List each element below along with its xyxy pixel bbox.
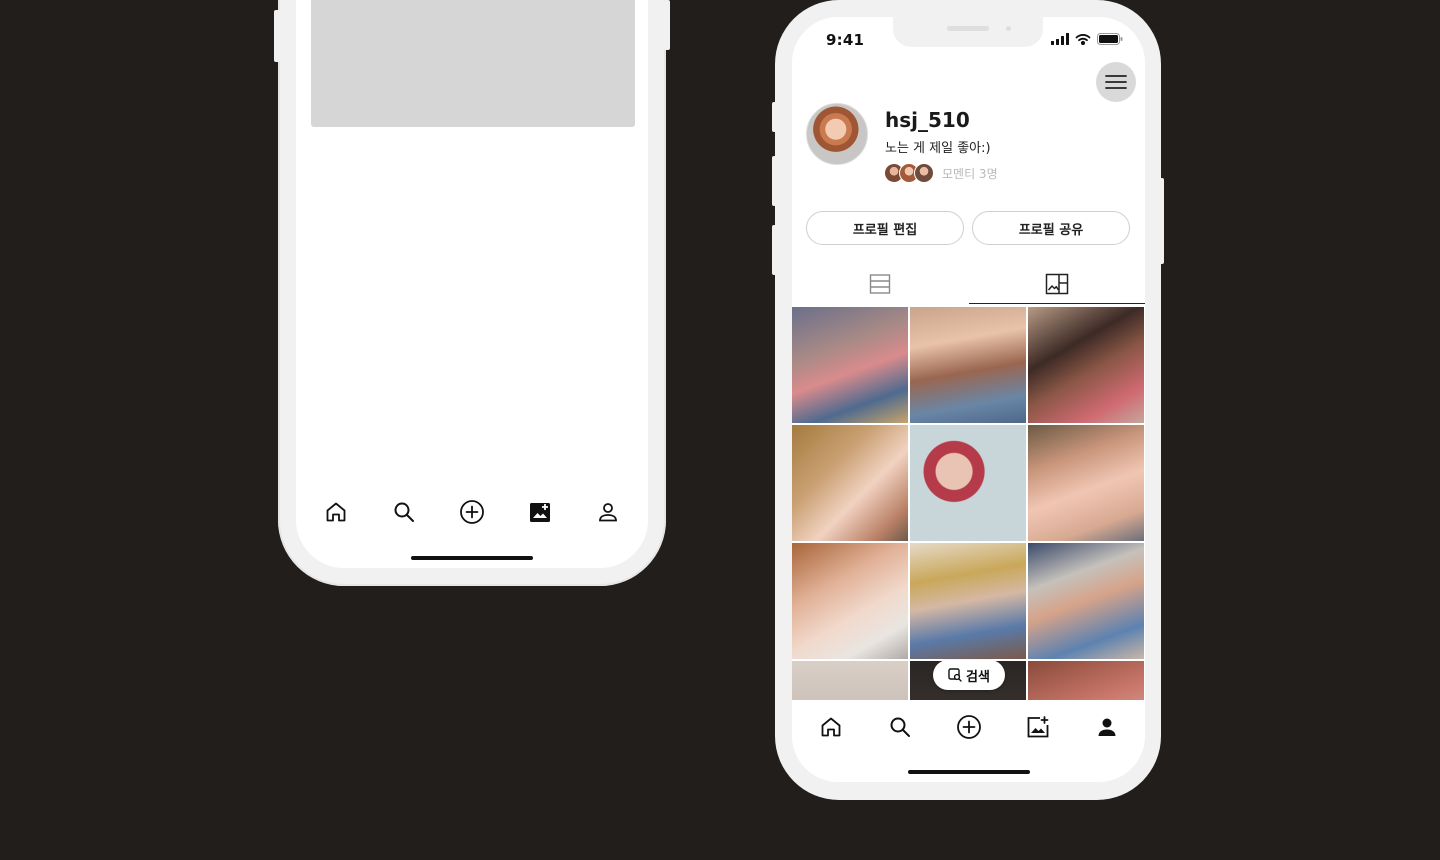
moments-count[interactable]: 모멘티 3명 (942, 165, 998, 182)
grid-photo[interactable] (792, 661, 908, 700)
grid-photo[interactable] (1028, 307, 1144, 423)
volume-up-button (772, 156, 778, 206)
cellular-signal-icon (1051, 33, 1069, 45)
phone-frame-left (274, 0, 670, 586)
image-search-icon (948, 668, 962, 682)
add-icon (460, 500, 484, 524)
grid-photo[interactable] (910, 307, 1026, 423)
moment-avatar (914, 163, 934, 183)
notch (893, 17, 1043, 47)
tab-bar (792, 707, 1145, 747)
phone-frame-right: 9:41 hsj_510 노는 게 제일 좋아:) 모멘티 3명 프로필 편집 … (772, 0, 1164, 800)
grid-photo[interactable] (792, 425, 908, 541)
tab-add[interactable] (452, 495, 492, 529)
moment-avatars[interactable] (884, 163, 936, 183)
status-icons (1051, 33, 1123, 45)
edit-profile-button[interactable]: 프로필 편집 (806, 211, 964, 245)
grid-photo[interactable] (910, 425, 1026, 541)
status-time: 9:41 (826, 31, 865, 49)
tab-profile[interactable] (588, 495, 628, 529)
home-icon (326, 502, 346, 522)
view-tabs (792, 265, 1145, 305)
speaker (947, 26, 989, 31)
list-view-icon (869, 274, 891, 294)
profile-username: hsj_510 (885, 108, 970, 132)
home-icon (821, 717, 840, 737)
gallery-view-icon (1045, 273, 1069, 295)
grid-photo[interactable] (792, 543, 908, 659)
tab-add[interactable] (949, 710, 989, 744)
tab-bar (296, 492, 648, 532)
image-placeholder (311, 0, 635, 127)
tab-home[interactable] (316, 495, 356, 529)
battery-icon (1097, 33, 1123, 45)
search-icon (394, 502, 414, 522)
tab-list-view[interactable] (792, 265, 968, 303)
tab-profile[interactable] (1087, 710, 1127, 744)
active-tab-indicator (969, 303, 1145, 304)
profile-avatar[interactable] (806, 103, 868, 165)
tab-gallery[interactable] (520, 495, 560, 529)
mute-switch (772, 102, 778, 132)
side-button (274, 10, 280, 62)
front-camera (1006, 26, 1011, 31)
screen-right: 9:41 hsj_510 노는 게 제일 좋아:) 모멘티 3명 프로필 편집 … (792, 17, 1145, 782)
wifi-icon (1075, 34, 1091, 45)
hamburger-menu-icon (1105, 75, 1127, 89)
profile-icon (599, 503, 617, 522)
add-icon (956, 715, 981, 739)
grid-photo[interactable] (1028, 543, 1144, 659)
grid-photo[interactable] (1028, 661, 1144, 700)
tab-search[interactable] (880, 710, 920, 744)
profile-icon (1098, 718, 1115, 736)
screen-left (296, 0, 648, 568)
grid-photo[interactable] (792, 307, 908, 423)
search-icon (890, 717, 910, 737)
tab-gallery[interactable] (1018, 710, 1058, 744)
power-button (1158, 178, 1164, 264)
gallery-add-icon (530, 503, 550, 522)
gallery-add-icon (1027, 716, 1048, 738)
profile-bio: 노는 게 제일 좋아:) (885, 141, 991, 156)
power-button (664, 0, 670, 50)
menu-button[interactable] (1096, 62, 1136, 102)
search-chip-label: 검색 (966, 669, 990, 685)
share-profile-button[interactable]: 프로필 공유 (972, 211, 1130, 245)
tab-home[interactable] (811, 710, 851, 744)
volume-down-button (772, 225, 778, 275)
photo-grid (792, 307, 1145, 700)
home-indicator[interactable] (908, 770, 1030, 774)
tab-gallery-view[interactable] (969, 265, 1145, 303)
grid-photo[interactable] (910, 543, 1026, 659)
tab-search[interactable] (384, 495, 424, 529)
home-indicator[interactable] (411, 556, 533, 560)
image-search-chip[interactable]: 검색 (933, 660, 1005, 690)
grid-photo[interactable] (1028, 425, 1144, 541)
